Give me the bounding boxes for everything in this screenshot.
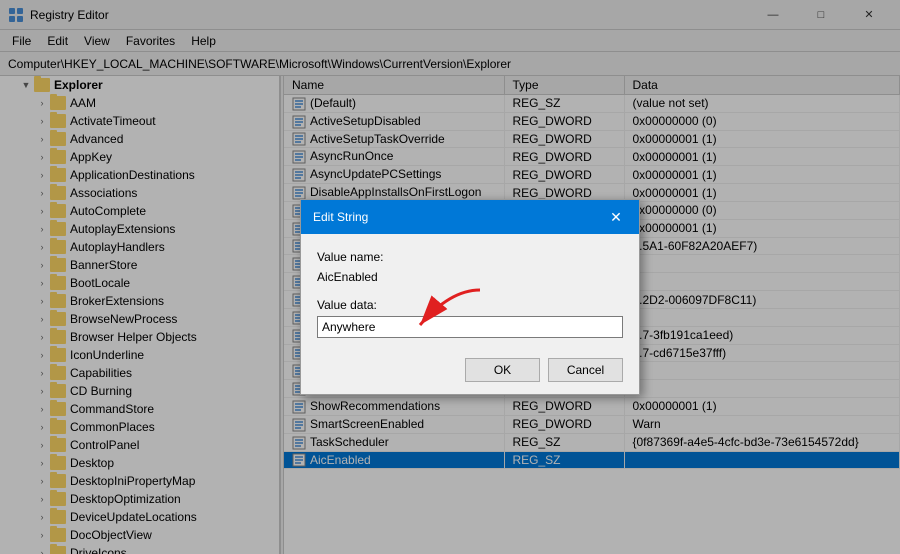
- value-name-label: Value name:: [317, 250, 623, 264]
- dialog-body: Value name: AicEnabled Value data:: [301, 234, 639, 350]
- dialog-buttons: OK Cancel: [301, 350, 639, 394]
- value-data-input[interactable]: [317, 316, 623, 338]
- value-data-label: Value data:: [317, 298, 623, 312]
- dialog-title-bar: Edit String ✕: [301, 200, 639, 234]
- cancel-button[interactable]: Cancel: [548, 358, 623, 382]
- edit-string-dialog: Edit String ✕ Value name: AicEnabled Val…: [300, 199, 640, 395]
- dialog-title: Edit String: [313, 210, 368, 224]
- value-name-display: AicEnabled: [317, 268, 623, 286]
- dialog-close-button[interactable]: ✕: [605, 206, 627, 228]
- modal-overlay: Edit String ✕ Value name: AicEnabled Val…: [0, 0, 900, 554]
- ok-button[interactable]: OK: [465, 358, 540, 382]
